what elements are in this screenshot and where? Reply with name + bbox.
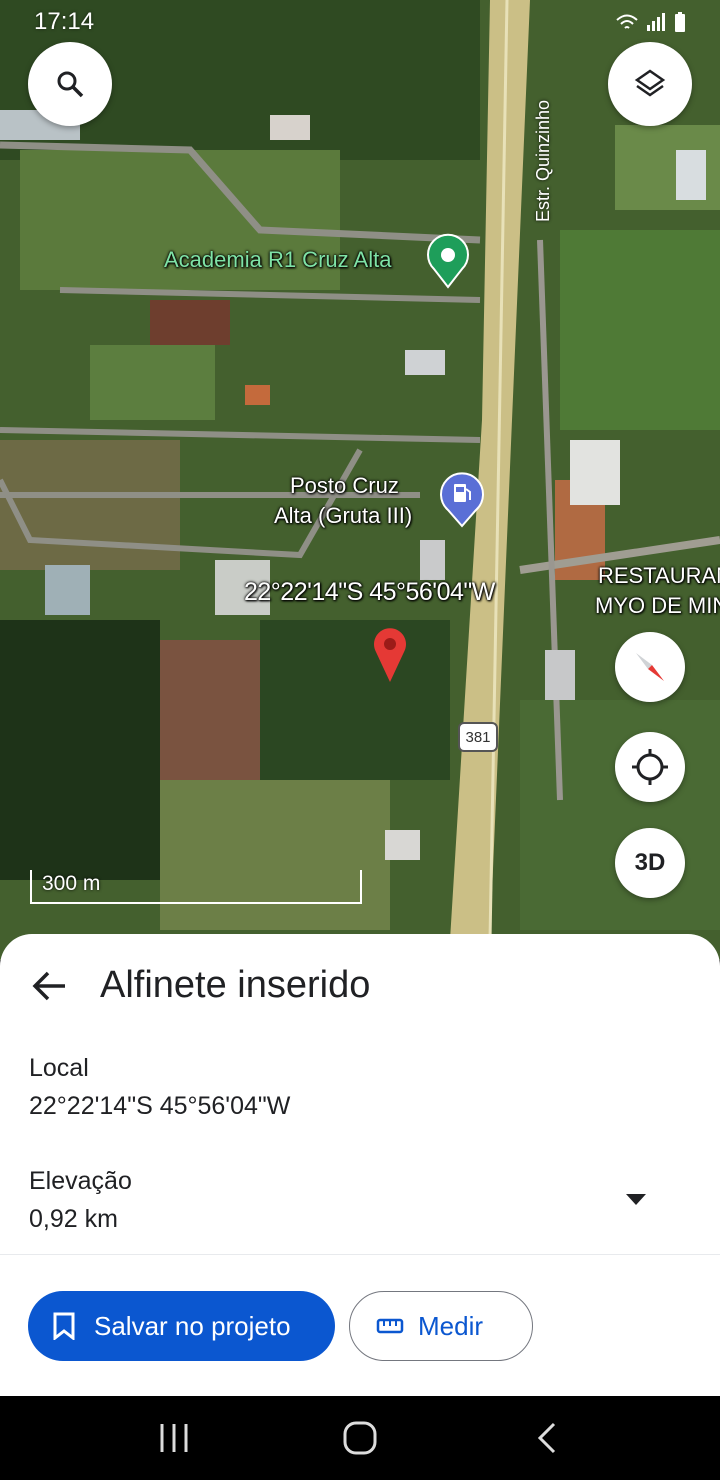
my-location-icon bbox=[632, 749, 668, 785]
road-label: Estr. Quinzinho bbox=[533, 99, 553, 222]
pin-coordinates-label: 22°22'14"S 45°56'04"W bbox=[244, 578, 495, 606]
poi-label-restaurant-line1[interactable]: RESTAURAN bbox=[598, 563, 720, 589]
clock: 17:14 bbox=[34, 8, 95, 35]
satellite-map[interactable]: 17:14 Estr. Quinzinho Academia R1 Cruz A… bbox=[0, 0, 720, 960]
recent-apps-icon[interactable] bbox=[154, 1418, 194, 1458]
chevron-down-icon[interactable] bbox=[625, 1192, 647, 1206]
measure-button[interactable]: Medir bbox=[349, 1291, 533, 1361]
save-to-project-label: Salvar no projeto bbox=[94, 1310, 291, 1341]
3d-toggle-button[interactable]: 3D bbox=[615, 828, 685, 898]
scale-bar: 300 m bbox=[30, 870, 362, 904]
layers-icon bbox=[634, 69, 666, 97]
battery-icon bbox=[675, 12, 685, 32]
signal-icon bbox=[647, 13, 665, 31]
measure-label: Medir bbox=[418, 1310, 484, 1341]
android-nav-bar bbox=[0, 1396, 720, 1480]
location-value[interactable]: 22°22'14"S 45°56'04"W bbox=[29, 1092, 290, 1121]
compass-icon bbox=[636, 653, 664, 681]
back-arrow-icon[interactable] bbox=[30, 966, 70, 1006]
status-bar: 17:14 bbox=[0, 0, 720, 44]
poi-label-academia[interactable]: Academia R1 Cruz Alta bbox=[164, 247, 391, 273]
pin-details-sheet: Alfinete inserido Local 22°22'14"S 45°56… bbox=[0, 934, 720, 1396]
red-pin-icon[interactable] bbox=[370, 624, 410, 684]
home-icon[interactable] bbox=[340, 1418, 380, 1458]
route-shield: 381 bbox=[458, 722, 498, 752]
scale-text: 300 m bbox=[42, 872, 101, 895]
green-pin-icon[interactable] bbox=[424, 233, 472, 289]
ruler-icon bbox=[376, 1318, 404, 1334]
gas-station-icon[interactable] bbox=[438, 472, 486, 528]
elevation-value: 0,92 km bbox=[29, 1205, 118, 1233]
poi-label-restaurant-line2[interactable]: MYO DE MIN bbox=[595, 593, 720, 619]
my-location-button[interactable] bbox=[615, 732, 685, 802]
search-icon bbox=[57, 71, 84, 98]
layers-button[interactable] bbox=[608, 42, 692, 126]
divider bbox=[0, 1254, 720, 1255]
compass-button[interactable] bbox=[615, 632, 685, 702]
poi-label-posto-line2[interactable]: Alta (Gruta III) bbox=[274, 503, 412, 529]
poi-label-posto-line1[interactable]: Posto Cruz bbox=[290, 473, 399, 499]
sheet-title: Alfinete inserido bbox=[100, 964, 371, 1006]
elevation-label: Elevação bbox=[29, 1167, 132, 1195]
wifi-icon bbox=[616, 14, 638, 29]
location-label: Local bbox=[29, 1054, 89, 1082]
status-icons bbox=[616, 12, 686, 32]
search-button[interactable] bbox=[28, 42, 112, 126]
bookmark-icon bbox=[53, 1312, 75, 1340]
back-icon[interactable] bbox=[528, 1418, 568, 1458]
sheet-header: Alfinete inserido bbox=[30, 964, 370, 1007]
save-to-project-button[interactable]: Salvar no projeto bbox=[28, 1291, 335, 1361]
